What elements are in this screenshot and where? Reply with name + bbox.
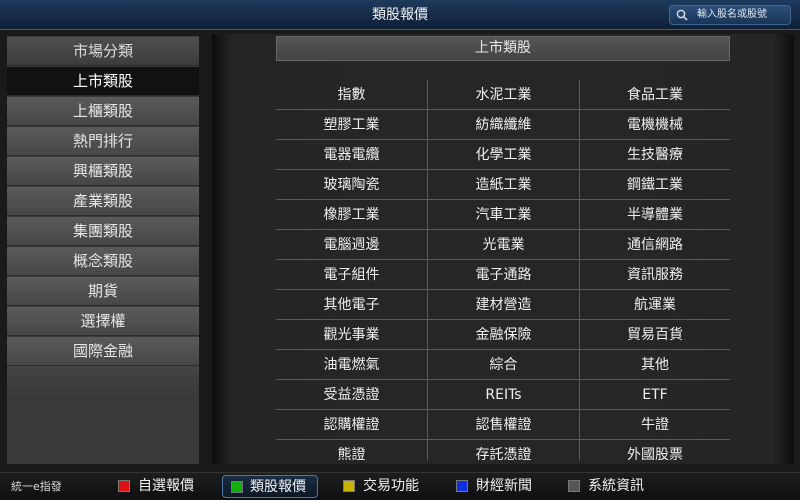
category-cell[interactable]: 電機機械 [580,110,730,140]
tab-label: 自選報價 [138,478,194,494]
tab-color-swatch [568,480,580,492]
category-cell[interactable]: 生技醫療 [580,140,730,170]
category-cell[interactable]: 電器電纜 [276,140,427,170]
category-cell[interactable]: 塑膠工業 [276,110,427,140]
bottom-navigation: 統一e指發 自選報價 類股報價 交易功能 財經新聞 系統資訊 [0,472,800,500]
tab-button[interactable]: 類股報價 [222,475,318,498]
category-grid: 指數 水泥工業 食品工業塑膠工業 紡織纖維 電機機械電器電纜 化學工業 生技醫療玻璃陶瓷 造紙… [276,80,730,460]
category-cell[interactable]: 橡膠工業 [276,200,427,230]
sidebar-item[interactable]: 上櫃類股 [7,97,199,126]
sidebar-item[interactable]: 國際金融 [7,337,199,366]
category-cell[interactable]: 造紙工業 [428,170,579,200]
category-cell[interactable]: 油電燃氣 [276,350,427,380]
category-cell[interactable]: 電子組件 [276,260,427,290]
category-cell[interactable]: 通信網路 [580,230,730,260]
category-cell[interactable]: 玻璃陶瓷 [276,170,427,200]
category-cell[interactable]: 熊證 [276,440,427,460]
category-cell[interactable]: 牛證 [580,410,730,440]
sidebar-item[interactable]: 產業類股 [7,187,199,216]
category-cell[interactable]: 外國股票 [580,440,730,460]
category-sidebar: 市場分類 上市類股 上櫃類股 熱門排行 興櫃類股 產業類股 集團類股 概念類股 期貨 選擇權 國際金… [7,36,199,464]
category-cell[interactable]: 紡織纖維 [428,110,579,140]
tab-color-swatch [456,480,468,492]
search-input[interactable]: 輸入股名或股號 [669,5,791,25]
sidebar-item[interactable]: 概念類股 [7,247,199,276]
tab-label: 財經新聞 [476,478,532,494]
category-cell[interactable]: 化學工業 [428,140,579,170]
category-cell[interactable]: 水泥工業 [428,80,579,110]
tab-button[interactable]: 系統資訊 [567,475,647,498]
sidebar-empty-slot [7,366,199,396]
sidebar-item[interactable]: 興櫃類股 [7,157,199,186]
category-panel: 上市類股 指數 水泥工業 食品工業塑膠工業 紡織纖維 電機機械電器電纜 化學工業 生技醫療玻… [212,34,794,464]
category-cell[interactable]: 貿易百貨 [580,320,730,350]
panel-title: 上市類股 [276,36,730,61]
category-cell[interactable]: 其他 [580,350,730,380]
category-cell[interactable]: 其他電子 [276,290,427,320]
category-cell[interactable]: 認售權證 [428,410,579,440]
category-cell[interactable]: 觀光事業 [276,320,427,350]
category-cell[interactable]: 建材營造 [428,290,579,320]
tab-button[interactable]: 自選報價 [117,475,207,498]
search-icon [676,9,688,21]
sidebar-item[interactable]: 集團類股 [7,217,199,246]
sidebar-item[interactable]: 上市類股 [7,67,199,96]
tab-color-swatch [343,480,355,492]
tab-button[interactable]: 交易功能 [342,475,432,498]
category-cell[interactable]: 半導體業 [580,200,730,230]
category-cell[interactable]: 存託憑證 [428,440,579,460]
category-cell[interactable]: 認購權證 [276,410,427,440]
sidebar-item[interactable]: 期貨 [7,277,199,306]
category-cell[interactable]: 食品工業 [580,80,730,110]
category-cell[interactable]: ETF [580,380,730,410]
app-name: 統一e指發 [11,480,62,493]
category-cell[interactable]: 指數 [276,80,427,110]
tab-button[interactable]: 財經新聞 [455,475,551,498]
tab-label: 系統資訊 [588,478,644,494]
category-cell[interactable]: 汽車工業 [428,200,579,230]
sidebar-item[interactable]: 選擇權 [7,307,199,336]
tab-color-swatch [231,481,243,493]
search-placeholder: 輸入股名或股號 [697,9,767,20]
category-cell[interactable]: 鋼鐵工業 [580,170,730,200]
category-cell[interactable]: 金融保險 [428,320,579,350]
category-cell[interactable]: 航運業 [580,290,730,320]
tab-color-swatch [118,480,130,492]
category-cell[interactable]: 電腦週邊 [276,230,427,260]
tab-label: 類股報價 [250,479,306,495]
sidebar-item[interactable]: 熱門排行 [7,127,199,156]
category-cell[interactable]: 光電業 [428,230,579,260]
sidebar-header: 市場分類 [7,37,199,66]
title-bar: 類股報價 輸入股名或股號 [0,0,800,30]
category-cell[interactable]: 受益憑證 [276,380,427,410]
category-cell[interactable]: REITs [428,380,579,410]
tab-label: 交易功能 [363,478,419,494]
category-cell[interactable]: 電子通路 [428,260,579,290]
category-cell[interactable]: 資訊服務 [580,260,730,290]
category-cell[interactable]: 綜合 [428,350,579,380]
